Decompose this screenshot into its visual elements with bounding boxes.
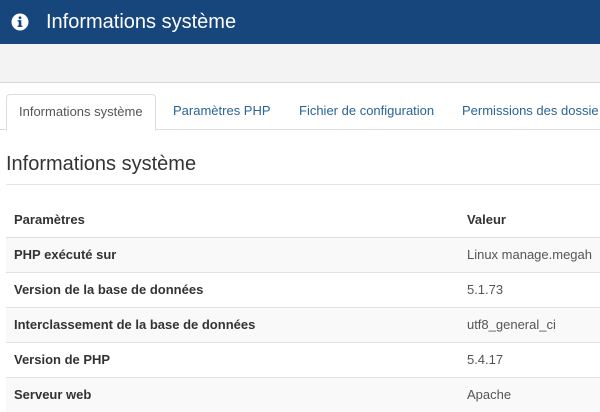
row-parameter: Version de PHP [14,352,111,367]
column-header-parameters: Paramètres [6,202,459,238]
page-title: Informations système [46,10,237,33]
toolbar [0,44,600,83]
table-row: Version de la base de données 5.1.73 [6,272,600,307]
column-header-value: Valeur [458,202,600,238]
row-value: 5.1.73 [466,282,504,297]
table-row: Serveur web Apache [6,377,600,412]
section-title: Informations système [6,153,197,175]
row-value: Linux manage.megah [466,247,592,262]
row-parameter: Interclassement de la base de données [14,317,256,332]
tab-php-settings[interactable]: Paramètres PHP [173,94,271,130]
tab-directory-permissions[interactable]: Permissions des dossie [462,94,599,130]
row-parameter: Serveur web [14,387,92,403]
section-divider [6,184,600,185]
table-header-row: Paramètres Valeur [6,202,600,238]
table-row: Interclassement de la base de données ut… [6,307,600,342]
table-row: Version de PHP 5.4.17 [6,342,600,377]
row-value: Apache [466,387,512,403]
info-circle-icon [11,13,29,31]
row-parameter: PHP exécuté sur [14,247,117,262]
table-row: PHP exécuté sur Linux manage.megah [6,237,600,272]
system-info-table: Paramètres Valeur PHP exécuté sur Linux … [6,202,600,412]
tab-configuration-file[interactable]: Fichier de configuration [299,94,434,130]
row-value: 5.4.17 [466,352,504,367]
row-parameter: Version de la base de données [14,282,204,297]
tab-system-information[interactable]: Informations système [6,94,156,131]
tab-bar: Informations système Paramètres PHP Fich… [0,94,600,131]
row-value: utf8_general_ci [466,317,556,332]
page-header: Informations système [0,0,600,44]
